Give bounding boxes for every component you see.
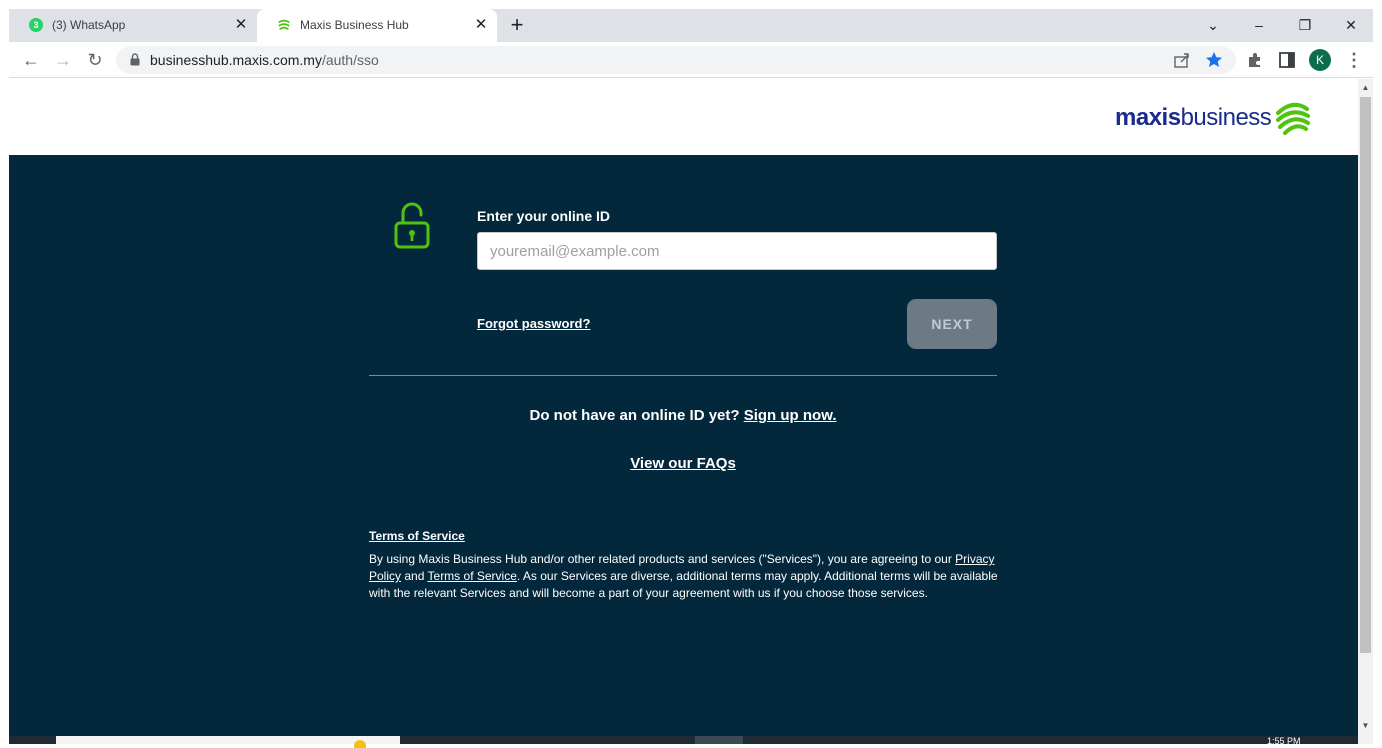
os-taskbar: 1:55 PM xyxy=(9,736,1358,748)
taskbar-search-box[interactable] xyxy=(56,736,400,748)
divider xyxy=(369,375,997,376)
tab-strip: 3 (3) WhatsApp ✕ Maxis Business Hub ✕ + … xyxy=(9,9,1373,42)
share-icon[interactable] xyxy=(1172,50,1192,70)
reload-icon[interactable]: ↻ xyxy=(83,48,107,72)
page-viewport: maxisbusiness Enter your online ID Forgo… xyxy=(9,79,1358,744)
online-id-label: Enter your online ID xyxy=(477,208,611,224)
whatsapp-icon: 3 xyxy=(29,18,43,32)
close-icon[interactable]: ✕ xyxy=(233,17,249,33)
online-id-input[interactable] xyxy=(477,232,997,270)
tab-title: Maxis Business Hub xyxy=(300,18,409,32)
lock-icon xyxy=(130,53,140,66)
url-text: businesshub.maxis.com.my/auth/sso xyxy=(150,52,379,68)
faq-link-row: View our FAQs xyxy=(369,455,997,472)
taskbar-clock: 1:55 PM xyxy=(1267,736,1301,746)
scroll-up-arrow-icon[interactable]: ▲ xyxy=(1361,83,1370,92)
tab-title: (3) WhatsApp xyxy=(52,18,126,32)
search-highlight-icon xyxy=(354,740,366,748)
view-faqs-link[interactable]: View our FAQs xyxy=(630,455,736,472)
bookmark-star-icon[interactable] xyxy=(1204,50,1224,70)
terms-body: By using Maxis Business Hub and/or other… xyxy=(369,552,998,600)
forgot-password-link[interactable]: Forgot password? xyxy=(477,316,590,331)
address-bar[interactable]: businesshub.maxis.com.my/auth/sso xyxy=(116,46,1236,74)
tab-whatsapp[interactable]: 3 (3) WhatsApp ✕ xyxy=(9,9,257,42)
site-header: maxis business xyxy=(9,79,1358,155)
next-button[interactable]: NEXT xyxy=(907,299,997,349)
page-scrollbar[interactable]: ▲ ▼ xyxy=(1358,79,1373,744)
tab-search-chevron-icon[interactable]: ⌄ xyxy=(1201,13,1225,37)
minimize-icon[interactable]: – xyxy=(1247,13,1271,37)
signup-prompt: Do not have an online ID yet? Sign up no… xyxy=(529,407,837,424)
terms-of-service-heading-link[interactable]: Terms of Service xyxy=(369,529,465,543)
window-close-icon[interactable]: ✕ xyxy=(1339,13,1363,37)
scroll-down-arrow-icon[interactable]: ▼ xyxy=(1361,721,1370,730)
scroll-thumb[interactable] xyxy=(1360,97,1371,653)
profile-avatar[interactable]: K xyxy=(1309,49,1331,71)
menu-kebab-icon[interactable]: ⋮ xyxy=(1345,49,1363,71)
login-panel: Enter your online ID Forgot password? NE… xyxy=(9,155,1358,744)
unlock-icon xyxy=(394,202,430,249)
taskbar-active-app[interactable] xyxy=(695,736,743,744)
maxis-wave-icon xyxy=(1276,102,1311,135)
restore-icon[interactable]: ❐ xyxy=(1293,13,1317,37)
browser-toolbar: ← → ↻ businesshub.maxis.com.my/auth/sso … xyxy=(9,42,1373,78)
new-tab-button[interactable]: + xyxy=(505,14,529,38)
maxis-favicon-icon xyxy=(278,19,290,31)
extensions-puzzle-icon[interactable] xyxy=(1245,50,1265,70)
close-icon[interactable]: ✕ xyxy=(473,17,489,33)
forward-arrow-icon[interactable]: → xyxy=(51,48,75,72)
terms-of-service-link[interactable]: Terms of Service xyxy=(428,569,517,583)
sign-up-link[interactable]: Sign up now. xyxy=(744,407,837,424)
tab-maxis-business-hub[interactable]: Maxis Business Hub ✕ xyxy=(257,9,497,42)
side-panel-icon[interactable] xyxy=(1277,50,1297,70)
back-arrow-icon[interactable]: ← xyxy=(19,48,43,72)
maxis-business-logo[interactable]: maxis business xyxy=(1115,101,1311,135)
